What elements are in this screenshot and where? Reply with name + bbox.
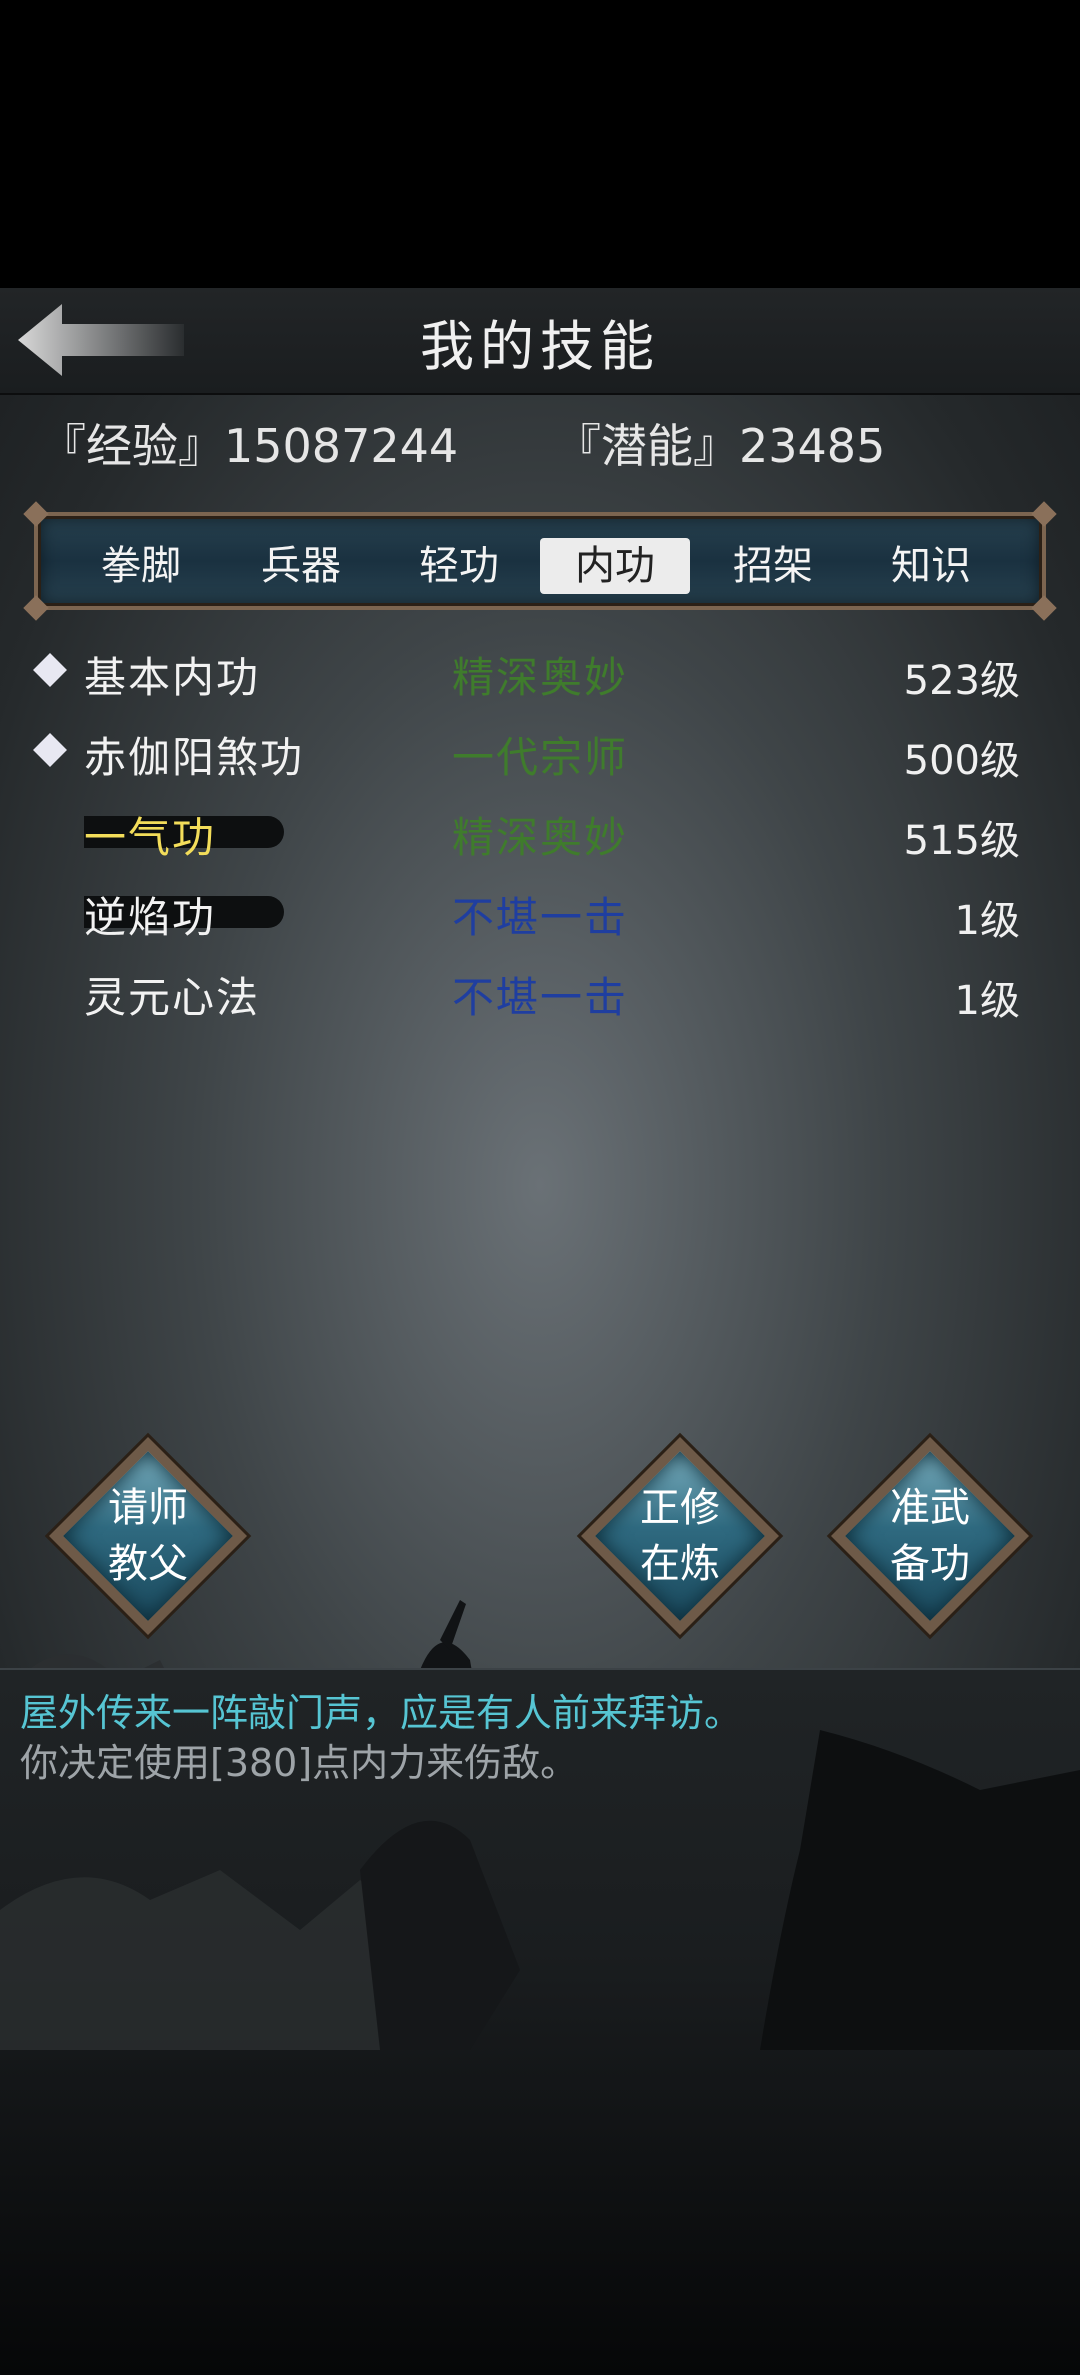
skill-row[interactable]: 一气功 精深奥妙 515级 [0, 792, 1080, 872]
skill-category-tabs: 拳脚 兵器 轻功 内功 招架 知识 [23, 501, 1057, 621]
skill-row[interactable]: 基本内功 精深奥妙 523级 [0, 632, 1080, 712]
tab-internal-skill[interactable]: 内功 [540, 538, 690, 594]
skill-name: 一气功 [84, 813, 217, 862]
skill-level: 515级 [903, 818, 1020, 864]
skill-level: 500级 [903, 738, 1020, 784]
enabled-diamond-icon [33, 733, 67, 767]
experience-value: 『经验』15087244 [40, 419, 459, 473]
skill-name: 灵元心法 [84, 973, 261, 1022]
skill-rank: 不堪一击 [452, 973, 629, 1022]
skill-rank: 不堪一击 [452, 893, 629, 942]
status-bar-area [0, 0, 1080, 288]
skill-row[interactable]: 逆焰功 不堪一击 1级 [0, 872, 1080, 952]
skill-row[interactable]: 灵元心法 不堪一击 1级 [0, 952, 1080, 1032]
log-message: 你决定使用[380]点内力来伤敌。 [20, 1741, 579, 1785]
tab-parry[interactable]: 招架 [698, 538, 848, 594]
skill-level: 1级 [954, 898, 1020, 944]
potential-value: 『潜能』23485 [555, 419, 886, 473]
skill-row[interactable]: 赤伽阳煞功 一代宗师 500级 [0, 712, 1080, 792]
skill-name: 赤伽阳煞功 [84, 733, 305, 782]
button-label: 准武 备功 [890, 1485, 970, 1587]
skill-rank: 精深奥妙 [452, 813, 629, 862]
tab-weapons[interactable]: 兵器 [226, 538, 376, 594]
skill-name: 基本内功 [84, 653, 261, 702]
enabled-diamond-icon [33, 653, 67, 687]
skill-level: 523级 [903, 658, 1020, 704]
button-label: 请师 教父 [108, 1485, 188, 1587]
tab-fist-kick[interactable]: 拳脚 [66, 538, 216, 594]
prepare-skill-button[interactable]: 准武 备功 [830, 1436, 1030, 1636]
skill-name: 逆焰功 [84, 893, 217, 942]
log-message: 屋外传来一阵敲门声，应是有人前来拜访。 [20, 1691, 743, 1735]
skill-rank: 一代宗师 [452, 733, 629, 782]
page-title: 我的技能 [420, 315, 660, 378]
message-log: 屋外传来一阵敲门声，应是有人前来拜访。 你决定使用[380]点内力来伤敌。 [0, 1668, 1080, 2375]
stats-row: 『经验』15087244 『潜能』23485 [0, 410, 1080, 480]
skill-rank: 精深奥妙 [452, 653, 629, 702]
skill-level: 1级 [954, 978, 1020, 1024]
tab-lightness[interactable]: 轻功 [384, 538, 534, 594]
practice-button[interactable]: 正修 在炼 [580, 1436, 780, 1636]
tab-knowledge[interactable]: 知识 [856, 538, 1006, 594]
ask-master-button[interactable]: 请师 教父 [48, 1436, 248, 1636]
button-label: 正修 在炼 [640, 1485, 720, 1587]
